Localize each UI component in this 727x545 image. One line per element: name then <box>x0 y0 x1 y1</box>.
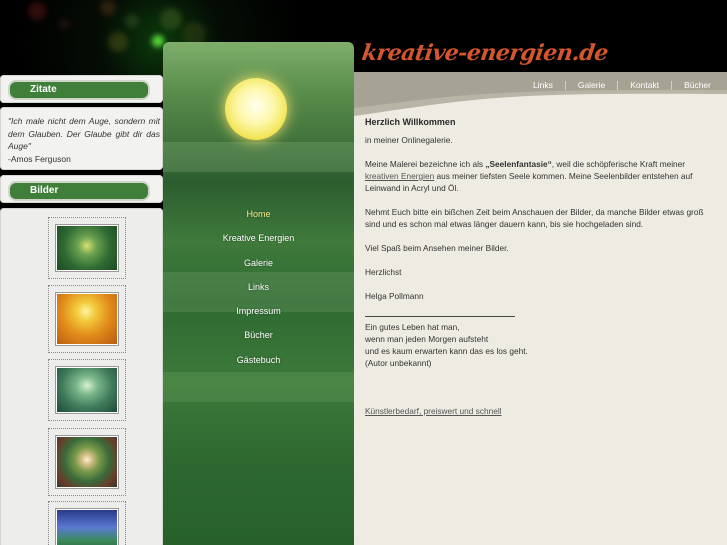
art-supplies-link[interactable]: Künstlerbedarf, preiswert und schnell <box>365 406 502 416</box>
menu-item-galerie[interactable]: Galerie <box>163 251 354 275</box>
poem-line: Ein gutes Leben hat man, <box>365 322 460 332</box>
painting-column: Home Kreative Energien Galerie Links Imp… <box>163 42 354 545</box>
welcome-text: Herzlich Willkommen in meiner Onlinegale… <box>365 116 715 417</box>
topnav-kontakt[interactable]: Kontakt <box>618 80 671 90</box>
sun-image <box>225 78 287 140</box>
painting-thumbnail[interactable] <box>56 367 118 413</box>
intro-text: in meiner Onlinegalerie. <box>365 135 453 145</box>
text-span: , weil die schöpferische Kraft meiner <box>551 159 686 169</box>
thumbnail[interactable] <box>48 428 126 496</box>
top-navigation: Links Galerie Kontakt Bücher <box>521 78 723 92</box>
bokeh-light <box>58 18 70 30</box>
bokeh-light <box>100 0 116 16</box>
menu-item-buecher[interactable]: Bücher <box>163 323 354 347</box>
poem-line: wenn man jeden Morgen aufsteht <box>365 334 489 344</box>
quote-author: -Amos Ferguson <box>8 153 71 164</box>
divider <box>365 316 515 317</box>
painting-thumbnail[interactable] <box>56 509 118 545</box>
painting-thumbnail[interactable] <box>56 293 118 345</box>
site-logo[interactable]: kreative-energien.de <box>360 40 610 66</box>
paragraph-enjoy: Viel Spaß beim Ansehen meiner Bilder. <box>365 243 509 253</box>
paragraph-painting: Meine Malerei bezeichne ich als „Seelenf… <box>365 158 715 194</box>
thumbnail[interactable] <box>48 285 126 353</box>
greeting: Herzlichst <box>365 267 402 277</box>
menu-item-links[interactable]: Links <box>163 275 354 299</box>
poem: Ein gutes Leben hat man, wenn man jeden … <box>365 321 715 369</box>
main-content: Links Galerie Kontakt Bücher Herzlich Wi… <box>354 72 727 545</box>
menu-item-impressum[interactable]: Impressum <box>163 299 354 323</box>
text-span: Meine Malerei bezeichne ich als <box>365 159 486 169</box>
signature: Helga Pollmann <box>365 291 424 301</box>
highlight-term: „Seelenfantasie“ <box>485 159 552 169</box>
thumbnail[interactable] <box>48 217 126 279</box>
bokeh-light <box>160 8 182 30</box>
menu-item-gaestebuch[interactable]: Gästebuch <box>163 348 354 372</box>
poem-line: (Autor unbekannt) <box>365 358 432 368</box>
mist-layer <box>163 142 354 172</box>
quote-body: "Ich male nicht dem Auge, sondern mit de… <box>8 116 160 151</box>
images-title: Bilder <box>10 183 148 199</box>
thumbnail[interactable] <box>48 501 126 545</box>
menu-item-kreative-energien[interactable]: Kreative Energien <box>163 226 354 250</box>
bokeh-light <box>152 35 164 47</box>
thumbnail[interactable] <box>48 359 126 421</box>
painting-thumbnail[interactable] <box>56 436 118 488</box>
painting-thumbnail[interactable] <box>56 225 118 271</box>
bokeh-light <box>28 2 46 20</box>
poem-line: und es kaum erwarten kann das es los geh… <box>365 346 528 356</box>
link-kreative-energien[interactable]: kreativen Energien <box>365 171 434 181</box>
page-title: Herzlich Willkommen <box>365 117 456 127</box>
topnav-buecher[interactable]: Bücher <box>672 80 723 90</box>
thumbnail-list <box>0 208 163 545</box>
main-menu: Home Kreative Energien Galerie Links Imp… <box>163 202 354 372</box>
bokeh-light <box>108 32 128 52</box>
quote-text: "Ich male nicht dem Auge, sondern mit de… <box>8 115 160 165</box>
quotes-title: Zitate <box>10 82 148 98</box>
bokeh-light <box>125 14 139 28</box>
topnav-links[interactable]: Links <box>521 80 565 90</box>
paragraph-loading: Nehmt Euch bitte ein bißchen Zeit beim A… <box>365 207 704 229</box>
topnav-galerie[interactable]: Galerie <box>566 80 617 90</box>
left-sidebar: Zitate "Ich male nicht dem Auge, sondern… <box>0 75 163 545</box>
menu-item-home[interactable]: Home <box>163 202 354 226</box>
mist-layer <box>163 372 354 402</box>
